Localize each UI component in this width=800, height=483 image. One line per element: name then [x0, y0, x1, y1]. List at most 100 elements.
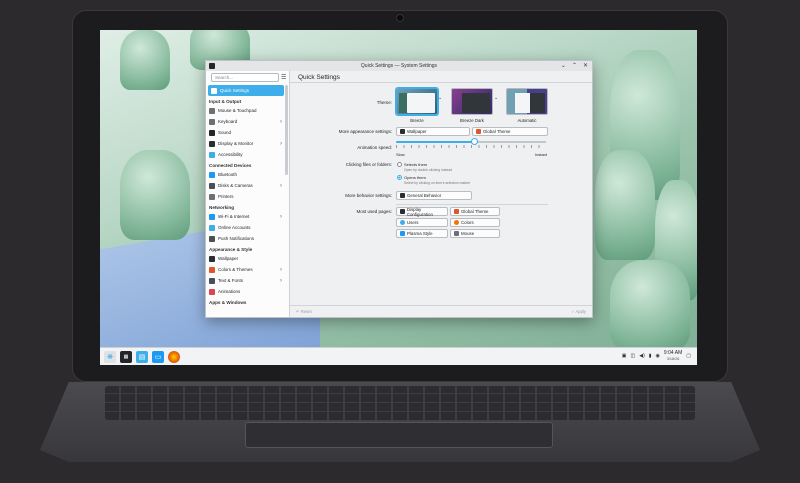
sidebar-item-icon [209, 224, 215, 231]
sidebar-item-label: Keyboard [218, 119, 238, 124]
slider-handle[interactable] [470, 138, 478, 145]
theme-breeze[interactable] [396, 88, 438, 115]
sidebar-item[interactable]: Quick Settings [208, 85, 284, 96]
sidebar-item-icon [209, 288, 215, 295]
clock-time: 9:04 AM [663, 350, 683, 356]
reset-button[interactable]: ↶ Reset [296, 309, 312, 314]
main-panel: Quick Settings Theme: ⌄ Breeze ⌄ Breeze … [290, 71, 592, 317]
clock[interactable]: 9:04 AM 3/18/26 [663, 350, 683, 361]
firefox-icon[interactable] [168, 350, 180, 363]
global-theme-button[interactable]: Global Theme [472, 127, 548, 136]
theme-automatic[interactable] [506, 88, 548, 115]
system-settings-task-icon[interactable]: ▦ [120, 350, 132, 363]
sidebar-item-label: Disks & Cameras [218, 183, 253, 188]
sidebar-item-label: Animations [218, 289, 241, 294]
general-behavior-button-label: General Behavior [407, 193, 442, 198]
apply-label: Apply [575, 309, 586, 314]
sidebar-item[interactable]: Wallpaper [206, 253, 286, 264]
show-desktop-icon[interactable]: ▢ [686, 353, 691, 359]
sidebar-item-label: Colors & Themes [218, 267, 253, 272]
sidebar-item[interactable]: Push Notifications [206, 233, 286, 244]
dolphin-icon[interactable]: ▭ [152, 350, 164, 363]
sidebar-item-label: Wi-Fi & Internet [218, 214, 250, 219]
most-used-label: Most used pages: [356, 209, 392, 214]
network-icon[interactable]: ◉ [656, 353, 660, 359]
most-used-colors[interactable]: Colors [450, 218, 500, 227]
sidebar-item[interactable]: Online Accounts [206, 222, 286, 233]
chevron-right-icon: › [280, 266, 282, 273]
most-used-display-configuration[interactable]: Display Configuration [396, 207, 448, 217]
sidebar-item[interactable]: Animations [206, 286, 286, 297]
mouse-icon [454, 231, 459, 236]
chevron-down-icon[interactable]: ⌄ [494, 95, 498, 101]
sidebar-item-label: Sound [218, 130, 232, 135]
global-theme-button-label: Global Theme [483, 129, 511, 134]
titlebar: Quick Settings — System Settings ⌄ ⌃ ✕ [206, 61, 592, 71]
sidebar-item[interactable]: Colors & Themes › [206, 264, 286, 275]
sidebar-item-icon [209, 140, 215, 147]
most-used-label-text: Plasma Style [407, 231, 433, 236]
sidebar-item-icon [209, 193, 215, 200]
battery-icon[interactable]: ▮ [649, 353, 652, 359]
chevron-down-icon[interactable]: ⌄ [438, 95, 442, 101]
sidebar-item-label: Mouse & Touchpad [218, 108, 257, 113]
most-used-users[interactable]: Users [396, 218, 448, 227]
sidebar-item-icon [209, 171, 215, 178]
sidebar-item[interactable]: Mouse & Touchpad [206, 105, 286, 116]
reset-label: Reset [300, 309, 312, 314]
sidebar-item-label: Text & Fonts [218, 278, 244, 283]
theme-name: Breeze [410, 118, 424, 123]
window-title: Quick Settings — System Settings [360, 63, 438, 69]
system-settings-window: Quick Settings — System Settings ⌄ ⌃ ✕ S… [205, 60, 593, 318]
sidebar-list: Quick Settings Input & Output Mouse & Touc… [206, 85, 286, 306]
minimize-icon[interactable]: ⌄ [561, 62, 566, 69]
sidebar-item[interactable]: Bluetooth [206, 169, 286, 180]
sidebar-item[interactable]: Printers [206, 191, 286, 202]
apply-button[interactable]: ✓ Apply [571, 309, 586, 314]
sidebar-item-label: Quick Settings [220, 88, 250, 93]
sidebar-item[interactable]: Keyboard › [206, 116, 286, 127]
sidebar-item[interactable]: Text & Fonts › [206, 275, 286, 286]
package-icon[interactable]: ◫ [631, 353, 636, 359]
sidebar-item[interactable]: Wi-Fi & Internet › [206, 211, 286, 222]
general-behavior-button[interactable]: General Behavior [396, 191, 472, 200]
opens-them-radio[interactable] [397, 175, 402, 180]
most-used-plasma-style[interactable]: Plasma Style [396, 229, 448, 238]
most-used-mouse[interactable]: Mouse [450, 229, 500, 238]
page-title: Quick Settings [298, 74, 340, 81]
sidebar-scrollbar[interactable] [285, 85, 288, 175]
theme-name: Breeze Dark [460, 118, 484, 123]
sidebar-item-label: Bluetooth [218, 172, 238, 177]
wallpaper-icon [400, 129, 405, 134]
hamburger-menu-icon[interactable]: ☰ [281, 74, 286, 81]
close-icon[interactable]: ✕ [583, 62, 588, 69]
global-theme-icon [454, 209, 459, 214]
maximize-icon[interactable]: ⌃ [572, 62, 577, 69]
clock-date: 3/18/26 [666, 356, 680, 361]
plasma-style-icon [400, 231, 405, 236]
most-used-global-theme[interactable]: Global Theme [450, 207, 500, 216]
animation-speed-label: Animation speed: [357, 145, 392, 150]
sidebar-item[interactable]: Sound [206, 127, 286, 138]
wallpaper-button[interactable]: Wallpaper [396, 127, 470, 136]
chevron-right-icon: › [280, 118, 282, 125]
sidebar-item-label: Printers [218, 194, 234, 199]
sidebar-item[interactable]: Accessibility [206, 149, 286, 160]
selects-them-radio[interactable] [397, 162, 402, 167]
clipboard-icon[interactable]: ▣ [622, 353, 627, 359]
sidebar-item[interactable]: Display & Monitor › [206, 138, 286, 149]
touchpad [245, 422, 553, 448]
sidebar-item-icon [209, 277, 215, 284]
most-used-label-text: Global Theme [461, 209, 489, 214]
app-launcher-icon[interactable]: ❋ [104, 350, 116, 363]
theme-label: Theme: [376, 100, 392, 105]
sidebar-item[interactable]: Disks & Cameras › [206, 180, 286, 191]
sidebar-category-heading: Appearance & Style [209, 247, 253, 252]
theme-breeze-dark[interactable] [451, 88, 493, 115]
volume-icon[interactable]: ◀) [639, 353, 645, 359]
sidebar-category-heading: Connected Devices [209, 163, 252, 168]
discover-icon[interactable]: ▤ [136, 350, 148, 363]
search-input[interactable]: Search... [211, 73, 279, 82]
sidebar-item-icon [209, 266, 215, 273]
chevron-right-icon: › [280, 277, 282, 284]
